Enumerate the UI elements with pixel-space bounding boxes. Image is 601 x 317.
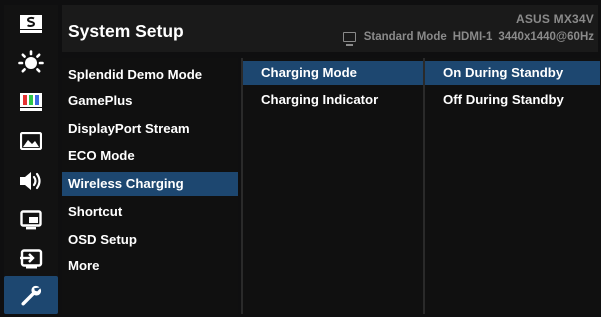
rail-item-bluelight[interactable]: [4, 44, 58, 82]
mode-label: Standard Mode: [363, 31, 447, 43]
submenu: Charging Mode Charging Indicator: [241, 58, 423, 314]
color-bars-icon: [20, 93, 42, 111]
menu-item-wireless-charging[interactable]: Wireless Charging: [62, 172, 238, 196]
category-rail: [4, 5, 58, 314]
menu-item-splendid-demo-mode[interactable]: Splendid Demo Mode: [62, 63, 238, 87]
options-menu: On During Standby Off During Standby: [423, 58, 600, 314]
main-menu: Splendid Demo Mode GamePlus DisplayPort …: [62, 58, 238, 314]
pip-icon: [20, 210, 42, 230]
option-off-during-standby[interactable]: Off During Standby: [425, 88, 600, 112]
rail-item-image[interactable]: [4, 122, 58, 160]
menu-item-eco-mode[interactable]: ECO Mode: [62, 144, 238, 168]
menu-item-more[interactable]: More: [62, 254, 238, 278]
submenu-item-charging-indicator[interactable]: Charging Indicator: [243, 88, 423, 112]
rail-item-color[interactable]: [4, 83, 58, 121]
image-icon: [20, 132, 42, 150]
submenu-item-charging-mode[interactable]: Charging Mode: [243, 61, 423, 85]
rail-item-input[interactable]: [4, 240, 58, 278]
resolution-label: 3440x1440@60Hz: [498, 31, 594, 43]
page-title: System Setup: [68, 21, 184, 41]
rail-item-splendid[interactable]: [4, 5, 58, 43]
menu-item-shortcut[interactable]: Shortcut: [62, 200, 238, 224]
osd-header: System Setup ASUS MX34V Standard Mode HD…: [62, 5, 598, 52]
menu-item-displayport-stream[interactable]: DisplayPort Stream: [62, 117, 238, 141]
splendid-s-icon: [20, 15, 42, 33]
bluelight-filter-icon: [18, 50, 44, 73]
wrench-icon: [21, 285, 42, 306]
menu-item-gameplus[interactable]: GamePlus: [62, 89, 238, 113]
rail-item-pip[interactable]: [4, 201, 58, 239]
rail-item-sound[interactable]: [4, 162, 58, 200]
option-on-during-standby[interactable]: On During Standby: [425, 61, 600, 85]
rail-item-system-setup[interactable]: [4, 276, 58, 314]
monitor-icon: [342, 32, 356, 46]
osd-menu: System Setup ASUS MX34V Standard Mode HD…: [0, 0, 601, 317]
speaker-icon: [20, 172, 41, 190]
input-label: HDMI-1: [452, 31, 493, 43]
model-label: ASUS MX34V: [515, 12, 594, 26]
status-bar: Standard Mode HDMI-1 3440x1440@60Hz: [342, 31, 594, 46]
input-select-icon: [20, 249, 43, 269]
menu-item-osd-setup[interactable]: OSD Setup: [62, 228, 238, 252]
